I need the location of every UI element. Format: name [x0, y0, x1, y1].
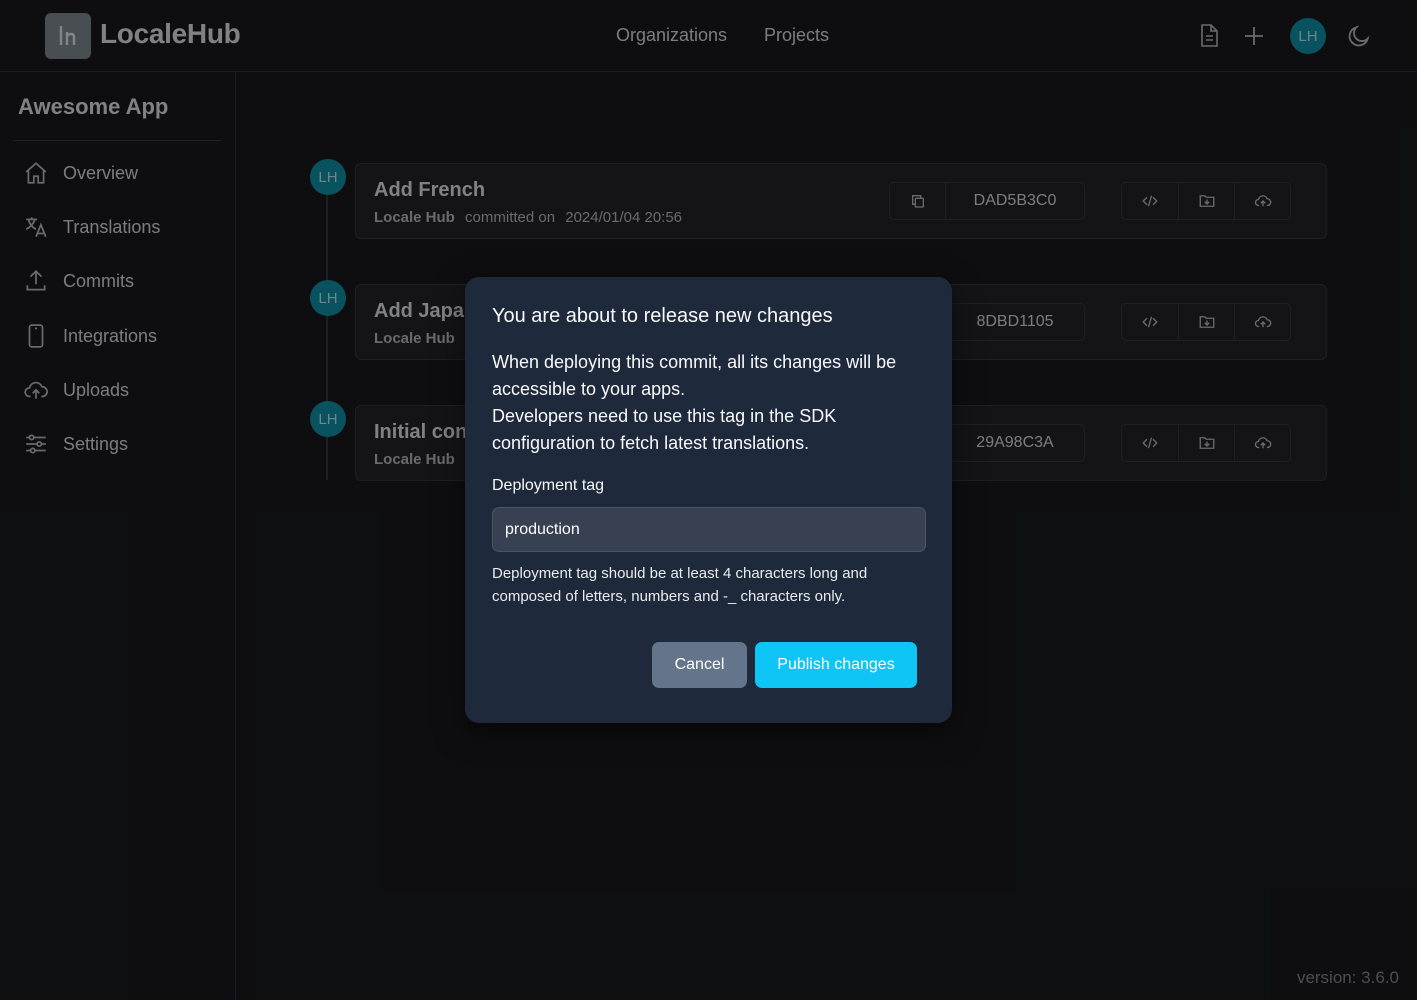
- publish-changes-button[interactable]: Publish changes: [755, 642, 917, 688]
- deployment-tag-hint: Deployment tag should be at least 4 char…: [492, 565, 868, 605]
- modal-description: Developers need to use this tag in the S…: [492, 406, 837, 453]
- deployment-tag-input[interactable]: [492, 507, 926, 552]
- deployment-tag-label: Deployment tag: [492, 477, 605, 494]
- modal-title: You are about to release new changes: [492, 305, 833, 327]
- cancel-button[interactable]: Cancel: [652, 642, 747, 688]
- release-modal: You are about to release new changes Whe…: [465, 277, 952, 723]
- modal-body: When deploying this commit, all its chan…: [492, 349, 932, 457]
- modal-description: When deploying this commit, all its chan…: [492, 352, 897, 399]
